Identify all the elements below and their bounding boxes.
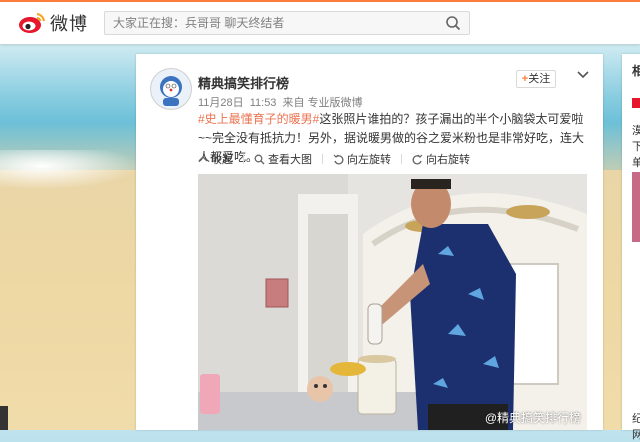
rotate-left-button[interactable]: 向左旋转 <box>333 151 391 167</box>
magnify-icon <box>254 154 265 164</box>
rotate-right-icon <box>412 154 423 164</box>
follow-button[interactable]: +关注 <box>516 70 556 88</box>
chevron-down-icon[interactable] <box>576 68 590 82</box>
side-line-5[interactable]: 网 <box>632 426 640 442</box>
divider <box>401 154 402 164</box>
logo-text: 微博 <box>50 14 88 34</box>
search-box[interactable] <box>104 11 470 35</box>
search-input[interactable] <box>113 15 433 31</box>
background-wave <box>0 150 140 190</box>
post-date[interactable]: 11月28日 <box>198 97 244 109</box>
collapse-label: 收起 <box>211 154 233 166</box>
source-prefix: 来自 <box>282 97 305 109</box>
username[interactable]: 精典搞笑排行榜 <box>198 73 289 92</box>
collapse-icon <box>198 156 208 162</box>
scroll-edge <box>0 406 8 430</box>
photo-illustration <box>198 174 587 430</box>
side-title: 相 <box>632 64 640 78</box>
avatar-cartoon-icon <box>151 69 191 109</box>
rotate-right-label: 向右旋转 <box>426 154 470 166</box>
post-source[interactable]: 专业版微博 <box>308 97 363 109</box>
weibo-eye-icon <box>19 13 45 33</box>
collapse-button[interactable]: 收起 <box>198 151 233 167</box>
post-photo[interactable]: @精典搞笑排行榜 <box>198 174 587 430</box>
side-line-2[interactable]: 下 <box>632 138 640 154</box>
rotate-right-button[interactable]: 向右旋转 <box>412 151 470 167</box>
weibo-logo[interactable]: 微博 <box>18 10 88 36</box>
side-thumbnail[interactable] <box>632 172 640 242</box>
follow-label: 关注 <box>528 73 551 85</box>
post-time[interactable]: 11:53 <box>250 97 277 109</box>
rotate-left-label: 向左旋转 <box>347 154 391 166</box>
side-line-3[interactable]: 单 <box>632 154 640 170</box>
feed-card: 精典搞笑排行榜 11月28日 11:53 来自 专业版微博 +关注 #史上最懂育子… <box>136 54 603 430</box>
hashtag-link[interactable]: #史上最懂育子的暖男# <box>198 112 319 126</box>
photo-watermark: @精典搞笑排行榜 <box>484 411 581 425</box>
photo-actions-bar: 收起 查看大图 向左旋转 向右旋转 <box>198 152 480 166</box>
side-line-4[interactable]: 纪 <box>632 410 640 426</box>
rotate-left-icon <box>333 154 344 164</box>
side-panel: 相 漠 下 单 纪 网 <box>622 54 640 441</box>
divider <box>243 154 244 164</box>
post-meta: 11月28日 11:53 来自 专业版微博 <box>198 94 366 110</box>
divider <box>322 154 323 164</box>
view-large-button[interactable]: 查看大图 <box>254 151 312 167</box>
avatar[interactable] <box>150 68 192 110</box>
side-line-1[interactable]: 漠 <box>632 122 640 138</box>
search-icon[interactable] <box>445 15 461 31</box>
red-badge-icon <box>632 98 640 108</box>
top-navigation-bar: 微博 <box>0 0 640 44</box>
view-large-label: 查看大图 <box>268 154 312 166</box>
